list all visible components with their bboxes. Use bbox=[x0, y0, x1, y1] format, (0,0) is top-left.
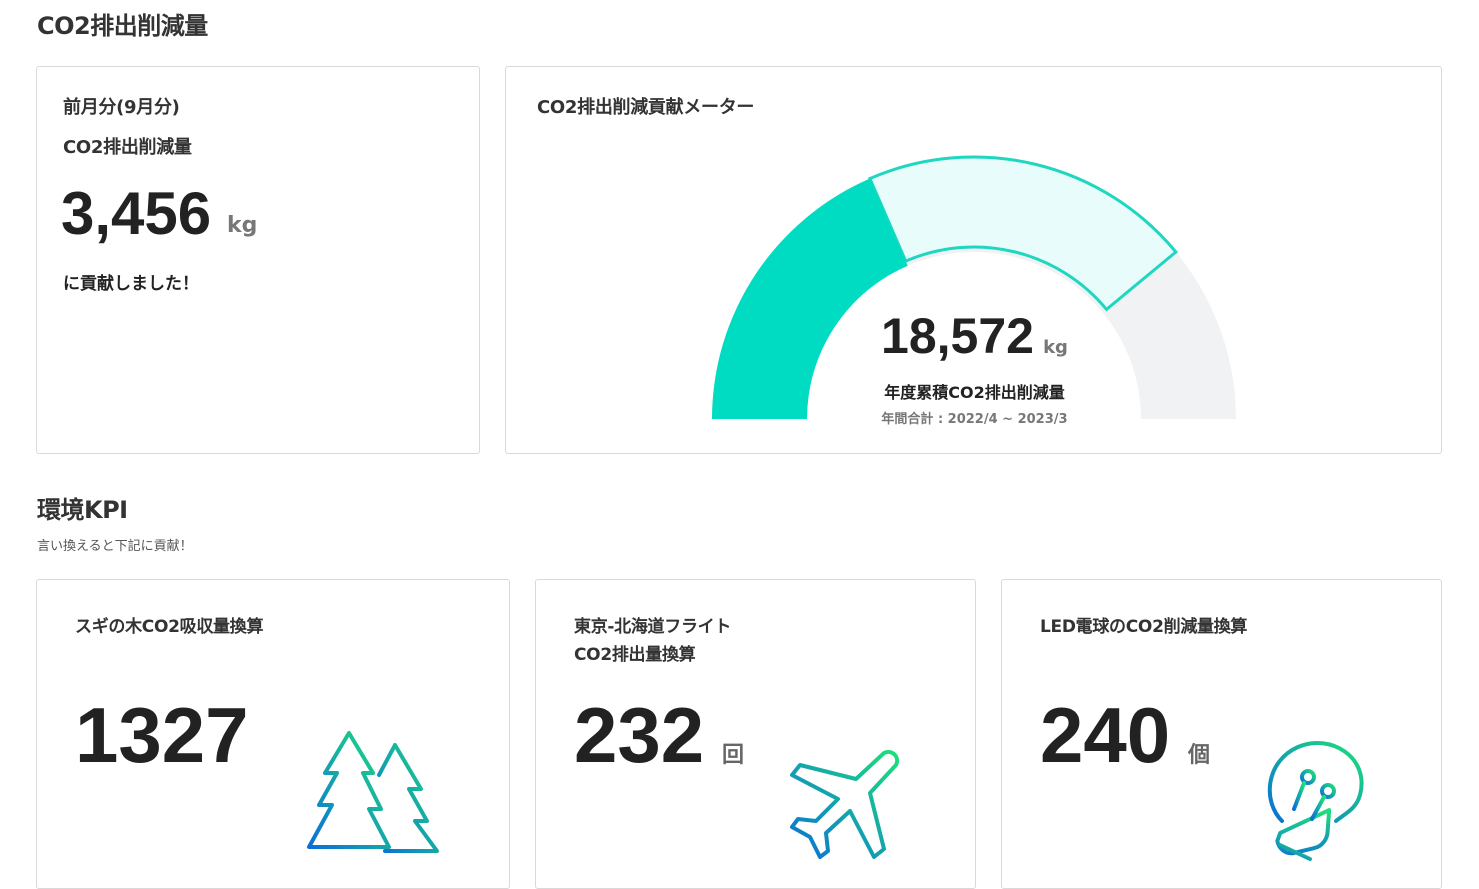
meter-unit: kg bbox=[1043, 337, 1068, 358]
meter-caption: 年度累積CO2排出削減量 bbox=[884, 383, 1065, 402]
airplane-icon bbox=[790, 750, 899, 859]
kpi-card-led-unit: 個 bbox=[1188, 743, 1211, 768]
monthly-label-title: CO2排出削減量 bbox=[63, 137, 192, 158]
kpi-card-flight-label-1: 東京-北海道フライト bbox=[574, 617, 732, 637]
kpi-card-led-value: 240 bbox=[1040, 691, 1171, 779]
kpi-section-subtitle: 言い換えると下記に貢献！ bbox=[37, 539, 193, 554]
contribution-meter-card: CO2排出削減貢献メーター 18,572 kg 年度累積CO2排出削減量 年間合… bbox=[505, 66, 1442, 454]
kpi-section-title: 環境KPI bbox=[37, 496, 128, 524]
monthly-caption: に貢献しました！ bbox=[63, 274, 199, 294]
kpi-card-flight-value: 232 bbox=[574, 691, 705, 779]
monthly-unit: kg bbox=[227, 213, 258, 238]
kpi-card-flight-label-2: CO2排出量換算 bbox=[574, 645, 696, 665]
meter-value: 18,572 bbox=[881, 308, 1034, 364]
kpi-card-cedar: スギの木CO2吸収量換算 1327 bbox=[36, 579, 510, 889]
kpi-card-flight-unit: 回 bbox=[722, 743, 745, 768]
lightbulb-icon bbox=[1267, 740, 1364, 861]
kpi-card-led-label: LED電球のCO2削減量換算 bbox=[1040, 617, 1248, 637]
monthly-value: 3,456 bbox=[61, 180, 212, 247]
meter-period: 年間合計 : 2022/4 ~ 2023/3 bbox=[881, 412, 1068, 427]
kpi-card-led: LED電球のCO2削減量換算 240 個 bbox=[1001, 579, 1442, 889]
gauge-highlight-segment bbox=[867, 155, 1178, 312]
meter-value-row: 18,572 kg bbox=[506, 307, 1441, 365]
monthly-reduction-card: 前月分(9月分) CO2排出削減量 3,456 kg に貢献しました！ bbox=[36, 66, 480, 454]
monthly-label-period: 前月分(9月分) bbox=[63, 97, 180, 118]
co2-section-title: CO2排出削減量 bbox=[37, 12, 208, 40]
kpi-card-cedar-label: スギの木CO2吸収量換算 bbox=[75, 617, 264, 637]
tree-icon bbox=[307, 731, 439, 875]
kpi-card-flight: 東京-北海道フライト CO2排出量換算 232 回 bbox=[535, 579, 976, 889]
kpi-card-cedar-value: 1327 bbox=[75, 691, 249, 779]
